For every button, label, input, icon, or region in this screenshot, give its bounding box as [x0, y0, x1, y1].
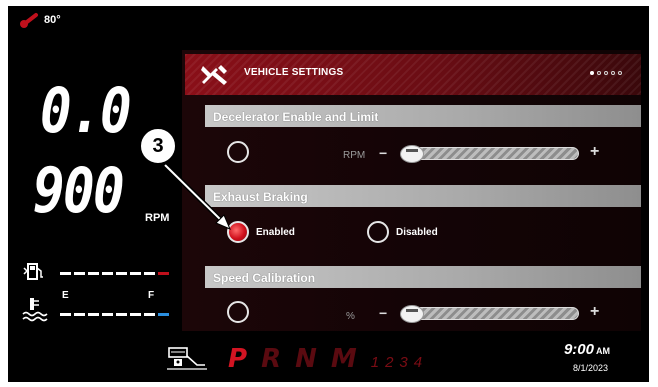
speed-calibration-unit: % — [346, 311, 355, 322]
temperature-value: 80° — [44, 14, 61, 26]
page-dot-2[interactable] — [597, 71, 601, 75]
page-dot-4[interactable] — [611, 71, 615, 75]
speed-calibration-toggle[interactable] — [227, 301, 249, 323]
callout-badge: 3 — [138, 126, 178, 166]
clock-time: 9:00 — [563, 341, 594, 358]
gear-n: N — [295, 344, 317, 374]
manual-gears: 1234 — [370, 354, 429, 371]
speed-calibration-label: Speed Calibration — [213, 271, 316, 285]
tow-hitch-icon — [167, 347, 207, 370]
callout-arrow — [163, 163, 231, 230]
speed-calibration-minus-button[interactable]: − — [379, 305, 387, 321]
decelerator-slider[interactable] — [401, 147, 579, 160]
page-dot-5[interactable] — [618, 71, 622, 75]
wrench-icon — [201, 65, 227, 85]
clock-ampm: AM — [596, 346, 610, 356]
temperature-indicator: 80° — [20, 12, 61, 28]
date-display: 8/1/2023 — [573, 363, 609, 373]
decelerator-slider-knob[interactable] — [400, 145, 424, 163]
fuel-full-label: F — [148, 290, 155, 301]
gear-r: R — [261, 344, 282, 374]
decelerator-unit: RPM — [343, 150, 366, 161]
fuel-gauge — [60, 272, 169, 275]
speed-calibration-slider[interactable] — [401, 307, 579, 320]
coolant-gauge — [60, 313, 169, 316]
gear-p: P — [228, 344, 248, 374]
clock: 9:00 AM — [564, 341, 610, 358]
page-indicator[interactable] — [590, 71, 622, 75]
speed-readout: 0.0 — [40, 74, 132, 147]
exhaust-disabled-label[interactable]: Disabled — [396, 227, 438, 238]
rpm-readout: 900 — [33, 154, 125, 227]
thermometer-icon — [20, 13, 38, 28]
page-dot-1[interactable] — [590, 71, 594, 75]
decelerator-label: Decelerator Enable and Limit — [213, 110, 379, 124]
speed-calibration-plus-button[interactable]: + — [590, 303, 599, 321]
speed-calibration-slider-knob[interactable] — [400, 305, 424, 323]
gear-selector: P R N M 1234 — [228, 344, 428, 374]
coolant-temp-icon — [22, 298, 48, 322]
settings-title: VEHICLE SETTINGS — [244, 67, 344, 78]
exhaust-disabled-radio[interactable] — [367, 221, 389, 243]
exhaust-enabled-label[interactable]: Enabled — [256, 227, 295, 238]
page-dot-3[interactable] — [604, 71, 608, 75]
gear-m: M — [330, 344, 357, 374]
fuel-empty-label: E — [62, 290, 69, 301]
decelerator-plus-button[interactable]: + — [590, 143, 599, 161]
fuel-pump-icon — [23, 263, 43, 280]
decelerator-minus-button[interactable]: − — [379, 145, 387, 161]
